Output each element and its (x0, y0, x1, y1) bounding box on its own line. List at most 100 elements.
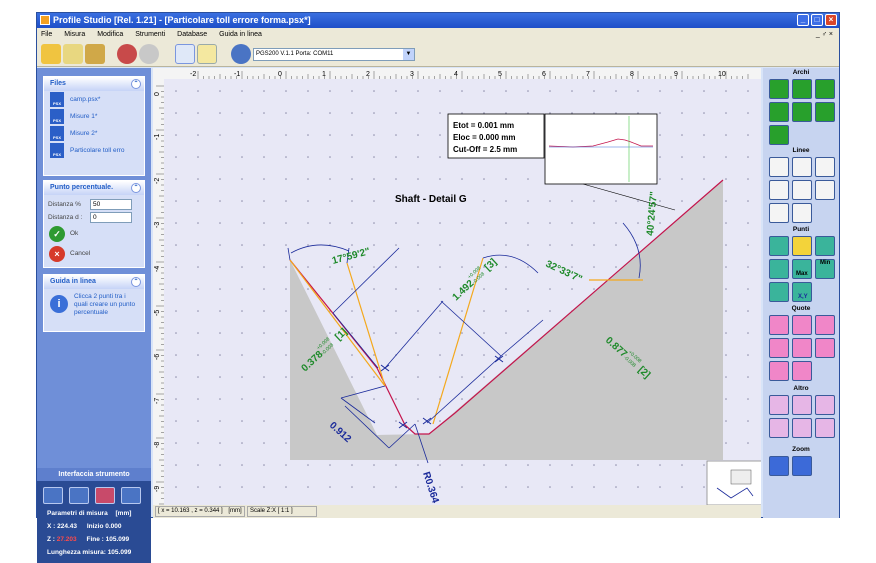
save-icon[interactable] (63, 44, 83, 64)
line-bestfit-icon[interactable] (769, 157, 789, 177)
dim-aligned-icon[interactable] (815, 315, 835, 335)
params-line: Parametri di misura [mm] (47, 510, 131, 517)
settings-wrench-icon[interactable] (121, 487, 141, 504)
point-midpoint-icon[interactable] (769, 282, 789, 302)
ruler-label-top: 0 (278, 71, 282, 78)
menu-database[interactable]: Database (177, 28, 207, 41)
line-perpendicular-icon[interactable] (769, 180, 789, 200)
ruler-label-left: -2 (154, 178, 161, 184)
other-ellipse-icon[interactable] (769, 395, 789, 415)
drawing-canvas[interactable]: -2-10123456789100-1-2-3-4-5-6-7-8-9-10 (153, 68, 761, 505)
point-intersection-icon[interactable] (769, 236, 789, 256)
other-form-error-icon[interactable] (792, 418, 812, 438)
line-angle-icon[interactable] (792, 157, 812, 177)
mdi-controls[interactable]: _ ♂ × (816, 28, 833, 41)
help-header-label: Guida in linea (50, 278, 96, 285)
ruler-label-top: 10 (718, 71, 726, 78)
menu-file[interactable]: File (41, 28, 52, 41)
other-profile-icon[interactable] (815, 395, 835, 415)
file-item-label: camp.psx* (70, 96, 101, 103)
point-min-icon[interactable]: Min (815, 259, 835, 279)
help-text: Clicca 2 punti tra i quali creare un pun… (74, 293, 136, 316)
table-view-icon[interactable] (197, 44, 217, 64)
file-item[interactable]: PSX Misure 2* (44, 125, 144, 142)
menu-misura[interactable]: Misura (64, 28, 85, 41)
line-waviness-icon[interactable] (815, 157, 835, 177)
line-segment-icon[interactable] (815, 180, 835, 200)
ruler-label-left: -7 (154, 398, 161, 404)
other-pen-icon[interactable] (815, 418, 835, 438)
stop-measure-icon[interactable] (69, 487, 89, 504)
minimize-button[interactable]: _ (797, 14, 809, 26)
other-arc-icon[interactable] (792, 395, 812, 415)
psx-file-icon: PSX (50, 92, 64, 107)
zoom-window-icon[interactable] (792, 456, 812, 476)
arc-radius-icon[interactable] (815, 102, 835, 122)
title-bar: Profile Studio [Rel. 1.21] - [Particolar… (37, 13, 839, 28)
files-header[interactable]: Files ⌃ (44, 77, 144, 91)
file-item[interactable]: PSX Particolare toll erro (44, 142, 144, 159)
collapse-icon[interactable]: ⌃ (131, 79, 141, 89)
menu-strumenti[interactable]: Strumenti (135, 28, 165, 41)
point-cross-icon[interactable] (769, 259, 789, 279)
point-single-icon[interactable] (815, 236, 835, 256)
port-select-value: PGS200 V.1.1 Porta: COM11 (256, 51, 334, 57)
cancel-icon: × (49, 246, 65, 262)
port-select[interactable]: PGS200 V.1.1 Porta: COM11 ▼ (253, 48, 415, 61)
zoom-all-icon[interactable] (769, 456, 789, 476)
probe-icon[interactable] (95, 487, 115, 504)
file-item[interactable]: PSX camp.psx* (44, 91, 144, 108)
dim-free-icon[interactable] (792, 361, 812, 381)
arc-circle-icon[interactable] (792, 79, 812, 99)
menu-help[interactable]: Guida in linea (219, 28, 262, 41)
point-percent-icon[interactable] (792, 236, 812, 256)
ok-button[interactable]: ✓ Ok (44, 224, 144, 244)
point-xy-icon[interactable]: X,Y (792, 282, 812, 302)
dim-vertical-icon[interactable] (769, 315, 789, 335)
dim-horizontal-icon[interactable] (792, 315, 812, 335)
line-parallel-icon[interactable] (792, 180, 812, 200)
graph-view-icon[interactable] (175, 44, 195, 64)
dim-diameter-icon[interactable] (815, 338, 835, 358)
arc-center-icon[interactable] (769, 102, 789, 122)
open-folder-icon[interactable] (41, 44, 61, 64)
psx-file-icon: PSX (50, 143, 64, 158)
instrument-panel: Interfaccia strumento Parametri di misur… (37, 468, 151, 563)
arc-tangent-icon[interactable] (792, 102, 812, 122)
dim-radius-icon[interactable] (769, 361, 789, 381)
dim-distance-icon[interactable] (769, 338, 789, 358)
menu-modifica[interactable]: Modifica (97, 28, 123, 41)
file-item[interactable]: PSX Misure 1* (44, 108, 144, 125)
drawing-title: Shaft - Detail G (395, 194, 467, 205)
collapse-icon[interactable]: ⌃ (131, 183, 141, 193)
other-loop-icon[interactable] (769, 418, 789, 438)
instrument-header: Interfaccia strumento (37, 468, 151, 481)
cancel-button[interactable]: × Cancel (44, 244, 144, 264)
arc-concentric-icon[interactable] (769, 125, 789, 145)
save-as-icon[interactable] (85, 44, 105, 64)
close-button[interactable]: × (825, 14, 837, 26)
distance-pct-input[interactable] (90, 199, 132, 210)
chevron-down-icon[interactable]: ▼ (403, 49, 414, 60)
start-value: 0.000 (105, 523, 122, 530)
line-90deg-icon[interactable] (769, 203, 789, 223)
line-rotate-icon[interactable] (792, 203, 812, 223)
arc-3points-icon[interactable] (815, 79, 835, 99)
arc-bestfit-icon[interactable] (769, 79, 789, 99)
percent-point-section: Punto percentuale. ⌃ Distanza % Distanza… (43, 180, 145, 268)
help-header[interactable]: Guida in linea ⌃ (44, 275, 144, 289)
help-icon[interactable] (117, 44, 137, 64)
collapse-icon[interactable]: ⌃ (131, 277, 141, 287)
ruler-label-left: -5 (154, 310, 161, 316)
overview-minimap[interactable] (706, 460, 761, 505)
point-max-icon[interactable]: Max (792, 259, 812, 279)
start-measure-icon[interactable] (43, 487, 63, 504)
maximize-button[interactable]: □ (811, 14, 823, 26)
distance-d-input[interactable] (90, 212, 132, 223)
percent-header[interactable]: Punto percentuale. ⌃ (44, 181, 144, 195)
instrument-icon[interactable] (231, 44, 251, 64)
dim-angle-icon[interactable] (792, 338, 812, 358)
ruler-label-left: 0 (154, 92, 161, 96)
right-tool-panel: Archi Linee Punti Max Min X,Y Quote Altr… (763, 68, 839, 518)
help-disabled-icon[interactable] (139, 44, 159, 64)
